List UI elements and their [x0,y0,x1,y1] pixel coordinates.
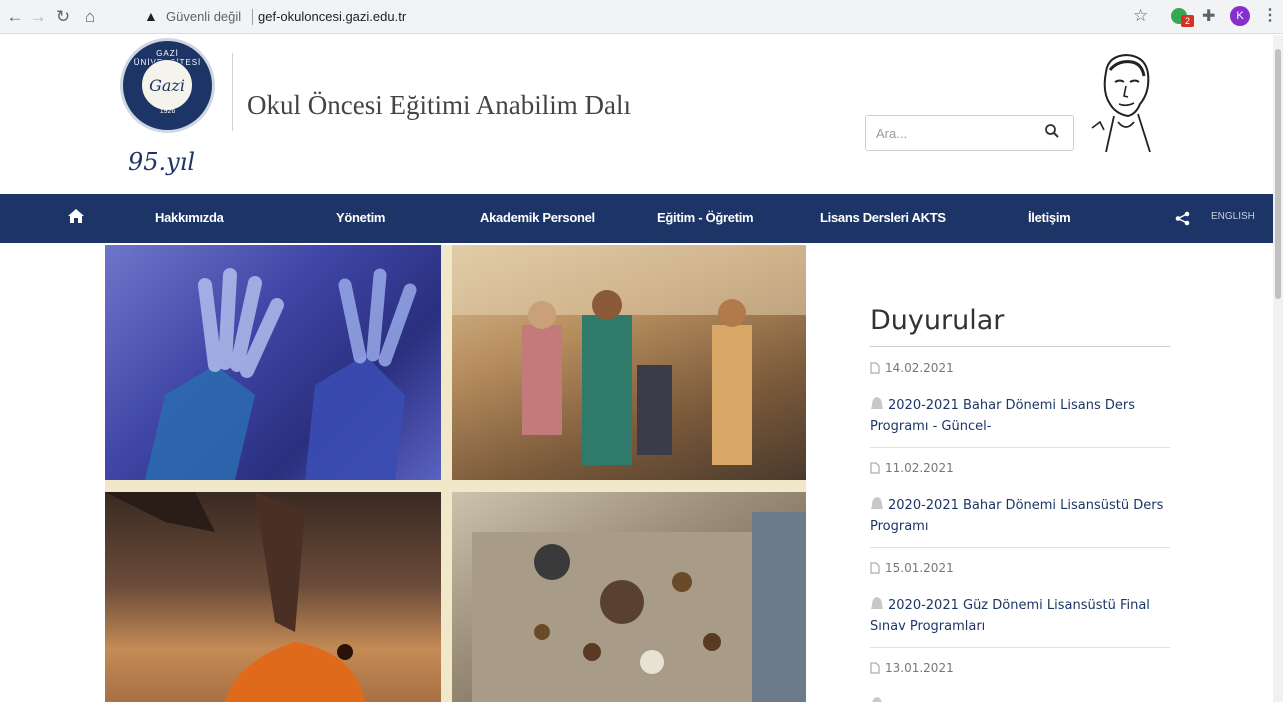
nav-item-yonetim[interactable]: Yönetim [336,210,385,225]
announcements-heading: Duyurular [870,305,1005,336]
forward-arrow-icon[interactable]: → [27,6,49,28]
bell-icon [871,397,883,409]
browser-toolbar: ← → ↻ ⌂ ▲ Güvenli değil gef-okuloncesi.g… [0,0,1283,34]
search-input[interactable] [876,123,1026,143]
warning-icon[interactable]: ▲ [144,8,158,24]
photo-painted-hands [105,245,441,480]
page: GAZİ ÜNİVERSİTESİ Gazi 1926 95.yıl Okul … [0,35,1273,702]
home-page-icon[interactable]: ⌂ [79,6,101,28]
announcement-title[interactable]: 2020-2021 Güz Dönemi Lisansüstü Final Sı… [870,598,1150,634]
language-switch-english[interactable]: ENGLISH [1211,211,1255,222]
announcement-item: 11.02.2021 2020-2021 Bahar Dönemi Lisans… [870,461,1170,537]
url-text[interactable]: gef-okuloncesi.gazi.edu.tr [258,9,406,24]
photo-children-playing [452,245,806,480]
document-icon [870,562,880,574]
announcement-divider [870,547,1170,548]
main-navbar: Hakkımızda Yönetim Akademik Personel Eği… [0,194,1273,243]
announcement-title[interactable]: 2020-2021 Bahar Dönemi Lisansüstü Ders P… [870,498,1163,534]
announcement-item: 14.02.2021 2020-2021 Bahar Dönemi Lisans… [870,361,1170,437]
share-icon[interactable] [1175,211,1190,226]
logo-year: 1926 [159,108,176,115]
address-separator [252,9,253,25]
photo-grid-gutter [441,245,452,702]
extension-badge: 2 [1181,15,1194,27]
nav-item-iletisim[interactable]: İletişim [1028,210,1071,225]
browser-menu-icon[interactable]: ⋮ [1262,5,1278,25]
back-arrow-icon[interactable]: ← [4,6,26,28]
announcement-divider [870,647,1170,648]
document-icon [870,362,880,374]
announcement-link[interactable] [870,695,1170,702]
bell-icon [872,697,882,702]
announcement-divider [870,447,1170,448]
nav-item-akademik-personel[interactable]: Akademik Personel [480,210,595,225]
university-logo[interactable]: GAZİ ÜNİVERSİTESİ Gazi 1926 [120,38,215,133]
photo-finger-leaf [105,492,441,702]
nav-item-hakkimizda[interactable]: Hakkımızda [155,210,224,225]
announcement-date: 15.01.2021 [885,561,954,575]
address-bar[interactable]: ▲ Güvenli değil gef-okuloncesi.gazi.edu.… [134,3,1176,31]
announcement-item: 13.01.2021 [870,661,1170,702]
nav-item-lisans-dersleri-akts[interactable]: Lisans Dersleri AKTS [820,210,946,225]
title-divider [232,53,233,131]
logo-center-text: Gazi [141,59,193,111]
announcement-link[interactable]: 2020-2021 Güz Dönemi Lisansüstü Final Sı… [870,595,1170,637]
announcement-title[interactable]: 2020-2021 Bahar Dönemi Lisans Ders Progr… [870,398,1135,434]
photo-grid-gutter [105,480,806,492]
announcement-item: 15.01.2021 2020-2021 Güz Dönemi Lisansüs… [870,561,1170,637]
ataturk-portrait-image [1091,53,1151,153]
bell-icon [871,497,883,509]
announcement-date: 11.02.2021 [885,461,954,475]
announcement-link[interactable]: 2020-2021 Bahar Dönemi Lisans Ders Progr… [870,395,1170,437]
security-status[interactable]: Güvenli değil [166,9,241,24]
profile-avatar[interactable]: K [1230,6,1250,26]
scrollbar-thumb[interactable] [1275,49,1281,299]
site-title[interactable]: Okul Öncesi Eğitimi Anabilim Dalı [247,90,631,121]
page-scrollbar[interactable] [1273,35,1283,702]
search-box[interactable] [865,115,1074,151]
photo-sand-box-shells [452,492,806,702]
announcement-date: 13.01.2021 [885,661,954,675]
document-icon [870,462,880,474]
heading-underline [870,346,1170,347]
home-icon[interactable] [67,208,85,224]
extensions-puzzle-icon[interactable]: ✚ [1202,6,1215,26]
bookmark-star-icon[interactable]: ☆ [1133,6,1148,26]
announcement-date: 14.02.2021 [885,361,954,375]
bell-icon [871,597,883,609]
reload-icon[interactable]: ↻ [52,6,74,28]
announcement-link[interactable]: 2020-2021 Bahar Dönemi Lisansüstü Ders P… [870,495,1170,537]
document-icon [870,662,880,674]
anniversary-text: 95.yıl [128,148,196,176]
search-icon[interactable] [1044,123,1060,139]
nav-item-egitim-ogretim[interactable]: Eğitim - Öğretim [657,210,754,225]
